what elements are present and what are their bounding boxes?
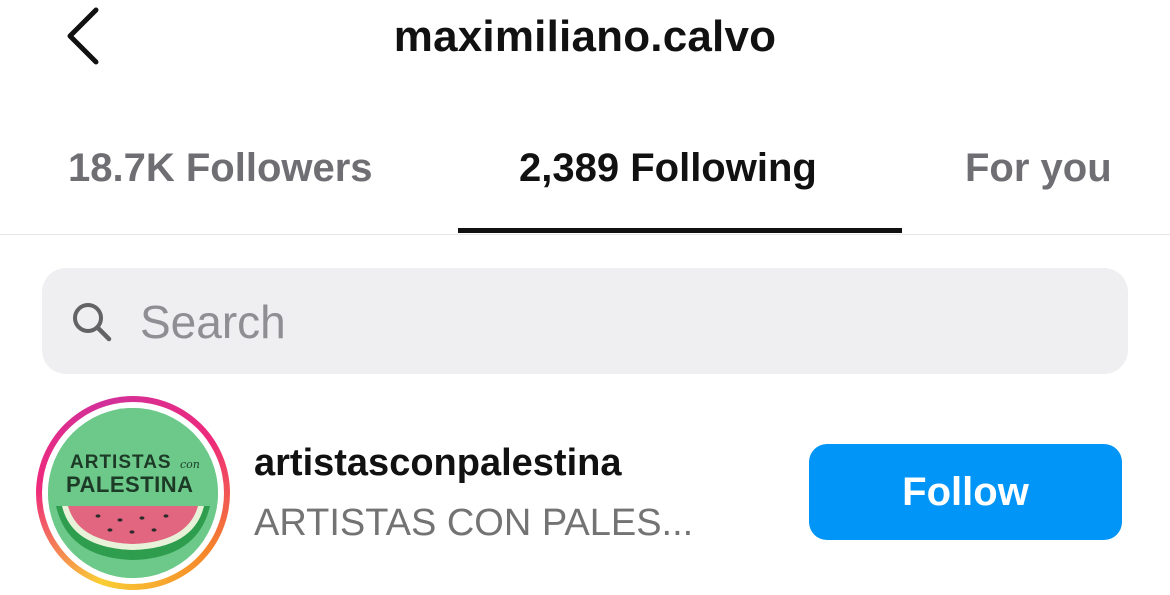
page-title: maximiliano.calvo (393, 12, 777, 61)
tab-followers[interactable]: 18.7K Followers (68, 146, 373, 191)
search-bar[interactable] (42, 268, 1128, 376)
avatar-logo-line1: ARTISTAS (70, 452, 172, 473)
follow-button[interactable]: Follow (809, 444, 1122, 540)
avatar-story-ring[interactable]: ARTISTAS con PALESTINA (36, 396, 230, 590)
tab-bar: 18.7K Followers 2,389 Following For you (0, 120, 1170, 235)
list-item[interactable]: ARTISTAS con PALESTINA artistasconpalest… (0, 394, 1170, 594)
avatar: ARTISTAS con PALESTINA (48, 408, 218, 578)
tab-for-you[interactable]: For you (965, 146, 1112, 191)
full-name: ARTISTAS CON PALES... (254, 502, 694, 544)
avatar-logo-line2: PALESTINA (66, 472, 194, 497)
watermelon-logo: ARTISTAS con PALESTINA (48, 408, 218, 578)
active-tab-indicator (458, 228, 902, 233)
username[interactable]: artistasconpalestina (254, 442, 621, 485)
avatar-logo-small: con (180, 458, 200, 471)
tab-following[interactable]: 2,389 Following (519, 146, 817, 191)
search-input[interactable] (138, 268, 1102, 376)
header-bar: maximiliano.calvo (0, 0, 1170, 80)
search-icon (73, 303, 112, 342)
avatar-ring-gap: ARTISTAS con PALESTINA (42, 402, 224, 584)
